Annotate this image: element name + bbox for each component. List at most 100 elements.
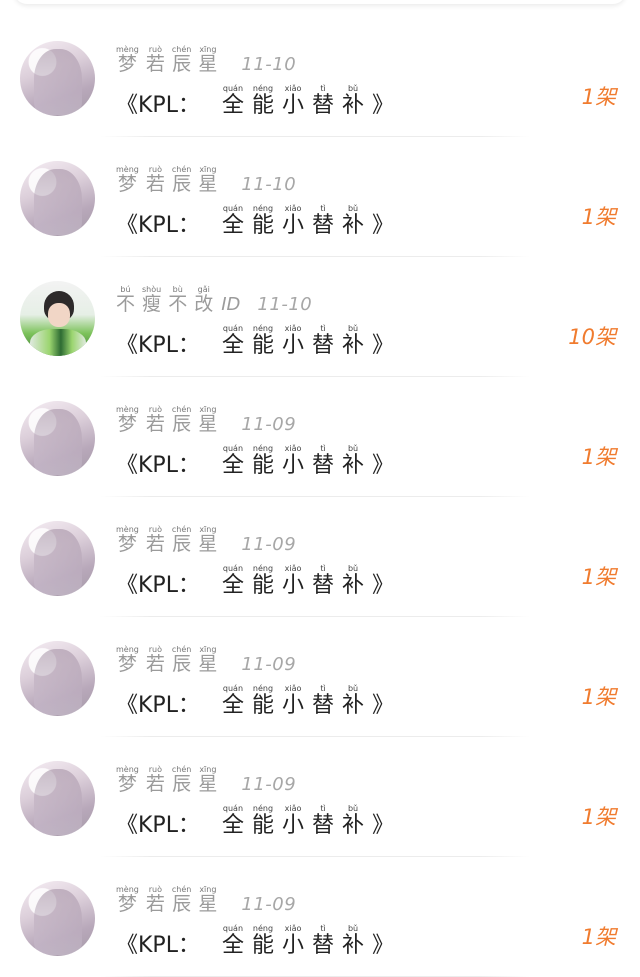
list-item[interactable]: mèng 梦 ruò 若 chén 辰 xīng 星 11-09 《KPL： quán 全 nén… [0, 377, 640, 497]
gift-count: 10架 [568, 325, 616, 349]
title-prefix: 《KPL： [116, 933, 200, 958]
pinyin-annotation: xiǎo [284, 924, 302, 933]
avatar-figure [34, 769, 82, 835]
anime-girl-avatar[interactable] [20, 401, 95, 476]
anime-girl-avatar[interactable] [20, 641, 95, 716]
username[interactable]: mèng 梦 ruò 若 chén 辰 xīng 星 [116, 165, 224, 195]
username[interactable]: mèng 梦 ruò 若 chén 辰 xīng 星 [116, 45, 224, 75]
pinyin-annotation: tì [320, 684, 326, 693]
pinyin-annotation: bǔ [347, 924, 359, 933]
list-item[interactable]: mèng 梦 ruò 若 chén 辰 xīng 星 11-09 《KPL： quán 全 nén… [0, 737, 640, 857]
title-prefix: 《KPL： [116, 573, 200, 598]
hanzi-character: 辰 [172, 773, 192, 795]
hanzi-character: 能 [251, 213, 274, 238]
hanzi-character: 补 [342, 693, 365, 718]
title-prefix: 《KPL： [116, 453, 200, 478]
title-character: quán 全 [222, 204, 244, 238]
hanzi-character: 辰 [172, 653, 192, 675]
anime-girl-avatar[interactable] [20, 161, 95, 236]
pinyin-annotation: xiǎo [284, 804, 302, 813]
title-character: xiǎo 小 [282, 564, 304, 598]
title-suffix: 》 [372, 213, 395, 238]
title-character: bǔ 补 [342, 804, 364, 838]
pinyin-annotation: tì [320, 924, 326, 933]
hanzi-character: 梦 [117, 533, 137, 555]
pinyin-annotation: bǔ [347, 684, 359, 693]
hanzi-character: 小 [281, 213, 304, 238]
anime-girl-avatar[interactable] [20, 761, 95, 836]
title-suffix: 》 [372, 933, 395, 958]
hanzi-character: 小 [281, 933, 304, 958]
message-date: 11-09 [241, 534, 297, 555]
list-item[interactable]: mèng 梦 ruò 若 chén 辰 xīng 星 11-09 《KPL： quán 全 nén… [0, 617, 640, 737]
message-date: 11-09 [241, 414, 297, 435]
hanzi-character: 全 [221, 213, 244, 238]
list-item[interactable]: mèng 梦 ruò 若 chén 辰 xīng 星 11-10 《KPL： quán 全 nén… [0, 17, 640, 137]
title-character: bǔ 补 [342, 324, 364, 358]
message-meta: mèng 梦 ruò 若 chén 辰 xīng 星 11-09 [116, 405, 296, 435]
message-title: 《KPL： quán 全 néng 能 xiǎo 小 tì 替 bǔ 补 》 [116, 444, 394, 478]
username-character: xīng 星 [198, 765, 217, 795]
hanzi-character: 能 [251, 693, 274, 718]
username-character: chén 辰 [172, 45, 191, 75]
pinyin-annotation: tì [320, 564, 326, 573]
message-title: 《KPL： quán 全 néng 能 xiǎo 小 tì 替 bǔ 补 》 [116, 564, 394, 598]
hanzi-character: 梦 [117, 773, 137, 795]
hanzi-character: 辰 [172, 413, 192, 435]
title-suffix: 》 [372, 453, 395, 478]
gift-count: 1架 [581, 685, 616, 709]
title-character: néng 能 [252, 84, 274, 118]
hanzi-character: 替 [312, 933, 335, 958]
title-prefix: 《KPL： [116, 93, 200, 118]
skater-avatar[interactable] [20, 281, 95, 356]
hanzi-character: 全 [221, 813, 244, 838]
hanzi-character: 小 [281, 693, 304, 718]
username-character: chén 辰 [172, 885, 191, 915]
pinyin-annotation: néng [252, 804, 274, 813]
username[interactable]: bú 不 shòu 瘦 bù 不 gǎi 改 ID [116, 285, 240, 315]
hanzi-character: 补 [342, 573, 365, 598]
anime-girl-avatar[interactable] [20, 521, 95, 596]
username[interactable]: mèng 梦 ruò 若 chén 辰 xīng 星 [116, 525, 224, 555]
message-date: 11-09 [241, 654, 297, 675]
username[interactable]: mèng 梦 ruò 若 chén 辰 xīng 星 [116, 645, 224, 675]
title-character: néng 能 [252, 804, 274, 838]
list-item[interactable]: bú 不 shòu 瘦 bù 不 gǎi 改 ID 11-10 《KPL： quán 全 néng 能… [0, 257, 640, 377]
username-character: mèng 梦 [116, 885, 139, 915]
title-suffix: 》 [372, 813, 395, 838]
username-character: xīng 星 [198, 165, 217, 195]
list-item[interactable]: mèng 梦 ruò 若 chén 辰 xīng 星 11-09 《KPL： quán 全 nén… [0, 497, 640, 617]
hanzi-character: 若 [145, 533, 165, 555]
title-character: xiǎo 小 [282, 924, 304, 958]
hanzi-character: 辰 [172, 53, 192, 75]
username-character: chén 辰 [172, 765, 191, 795]
title-character: tì 替 [312, 444, 334, 478]
title-character: bǔ 补 [342, 84, 364, 118]
hanzi-character: 辰 [172, 533, 192, 555]
pinyin-annotation: bǔ [347, 204, 359, 213]
pinyin-annotation: tì [320, 804, 326, 813]
list-item[interactable]: mèng 梦 ruò 若 chén 辰 xīng 星 11-09 《KPL： quán 全 nén… [0, 857, 640, 977]
username-character: xīng 星 [198, 885, 217, 915]
hanzi-character: 全 [221, 453, 244, 478]
hanzi-character: 替 [312, 93, 335, 118]
pinyin-annotation: xiǎo [284, 84, 302, 93]
username[interactable]: mèng 梦 ruò 若 chén 辰 xīng 星 [116, 405, 224, 435]
hanzi-character: 若 [145, 413, 165, 435]
hanzi-character: 能 [251, 573, 274, 598]
hanzi-character: 星 [198, 173, 218, 195]
username[interactable]: mèng 梦 ruò 若 chén 辰 xīng 星 [116, 765, 224, 795]
title-character: quán 全 [222, 804, 244, 838]
message-date: 11-09 [241, 894, 297, 915]
title-character: néng 能 [252, 324, 274, 358]
list-item[interactable]: mèng 梦 ruò 若 chén 辰 xīng 星 11-10 《KPL： quán 全 nén… [0, 137, 640, 257]
anime-girl-avatar[interactable] [20, 881, 95, 956]
hanzi-character: 补 [342, 93, 365, 118]
gift-count: 1架 [581, 925, 616, 949]
username[interactable]: mèng 梦 ruò 若 chén 辰 xīng 星 [116, 885, 224, 915]
title-prefix: 《KPL： [116, 693, 200, 718]
message-title: 《KPL： quán 全 néng 能 xiǎo 小 tì 替 bǔ 补 》 [116, 924, 394, 958]
username-character: xīng 星 [198, 645, 217, 675]
hanzi-character: 补 [342, 333, 365, 358]
anime-girl-avatar[interactable] [20, 41, 95, 116]
